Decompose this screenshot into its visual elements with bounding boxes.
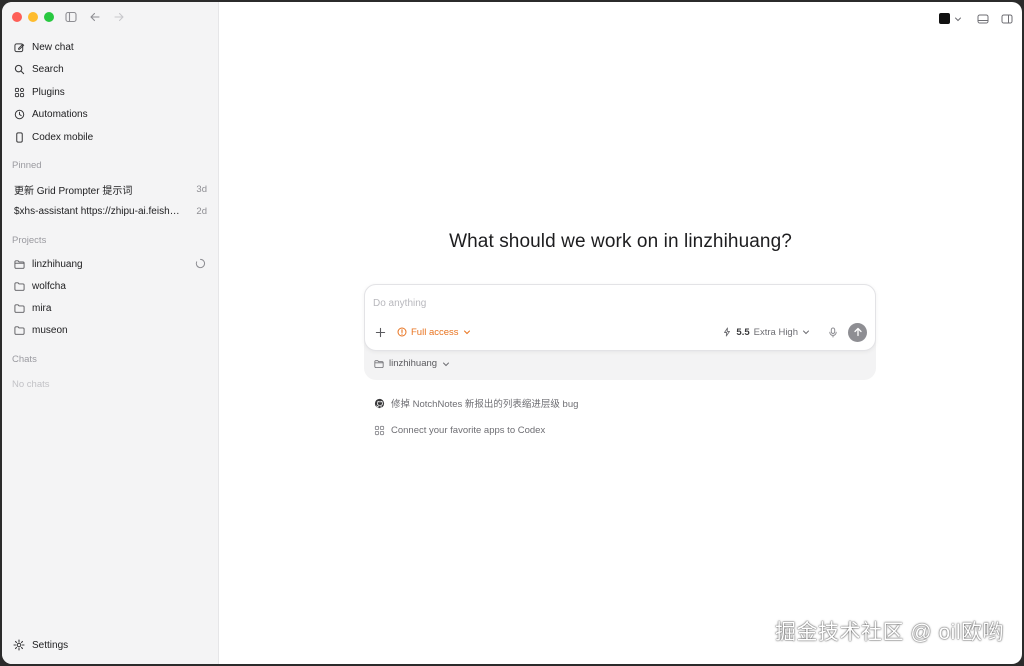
app-logo-icon	[939, 13, 950, 24]
warning-shield-icon	[397, 327, 407, 337]
projects-section-label: Projects	[12, 235, 47, 246]
new-chat-label: New chat	[32, 41, 74, 53]
project-name: wolfcha	[32, 280, 66, 292]
spark-icon	[722, 327, 732, 337]
folder-icon	[13, 258, 25, 270]
model-effort: Extra High	[753, 326, 798, 338]
close-window-button[interactable]	[12, 12, 22, 22]
settings-label: Settings	[32, 639, 69, 651]
automations-label: Automations	[32, 109, 88, 120]
watermark-text: 掘金技术社区 @ oil欧哟	[775, 621, 1004, 644]
pinned-list: 更新 Grid Prompter 提示词 3d $xhs-assistant h…	[8, 178, 212, 222]
main-panel: What should we work on in linzhihuang? F…	[219, 2, 1022, 664]
project-selector[interactable]: linzhihuang	[374, 358, 450, 369]
add-attachment-button[interactable]	[373, 325, 387, 339]
clock-icon	[13, 109, 25, 121]
suggestion-item[interactable]: Connect your favorite apps to Codex	[374, 425, 545, 436]
search-button[interactable]: Search	[8, 59, 212, 81]
projects-list: linzhihuang wolfcha mira museon	[8, 253, 212, 341]
app-window: New chat Search Plugins Automations Code…	[2, 2, 1022, 664]
composer-toolbar: Full access 5.5 Extra High	[373, 322, 867, 342]
project-name: mira	[32, 302, 52, 314]
project-selector-label: linzhihuang	[389, 358, 438, 369]
gear-icon	[13, 639, 25, 651]
plugins-label: Plugins	[32, 86, 65, 98]
search-icon	[13, 64, 25, 76]
access-mode-dropdown[interactable]: Full access	[397, 327, 471, 338]
folder-icon	[374, 359, 384, 369]
microphone-button[interactable]	[826, 325, 840, 339]
compose-icon	[13, 41, 25, 53]
composer: Full access 5.5 Extra High	[364, 284, 876, 351]
new-chat-button[interactable]: New chat	[8, 36, 212, 58]
terminal-panel-icon[interactable]	[976, 12, 990, 26]
plugins-button[interactable]: Plugins	[8, 81, 212, 103]
phone-icon	[13, 131, 25, 143]
project-name: linzhihuang	[32, 258, 83, 270]
settings-button[interactable]: Settings	[8, 634, 73, 656]
page-title: What should we work on in linzhihuang?	[449, 231, 792, 252]
suggestion-item[interactable]: 修掉 NotchNotes 新报出的列表缩进层级 bug	[374, 396, 578, 410]
folder-icon	[13, 280, 25, 292]
project-item-museon[interactable]: museon	[8, 319, 212, 341]
project-item-wolfcha[interactable]: wolfcha	[8, 275, 212, 297]
codex-mobile-label: Codex mobile	[32, 131, 94, 143]
project-item-mira[interactable]: mira	[8, 297, 212, 319]
no-chats-placeholder: No chats	[12, 379, 50, 390]
folder-icon	[13, 324, 25, 336]
github-icon	[374, 398, 385, 409]
prompt-input[interactable]	[373, 295, 865, 311]
pinned-item-title: $xhs-assistant https://zhipu-ai.feish…	[14, 205, 180, 217]
sidebar-toolbar	[64, 10, 126, 24]
back-arrow-icon[interactable]	[88, 10, 102, 24]
access-mode-label: Full access	[411, 326, 459, 338]
sidebar: New chat Search Plugins Automations Code…	[2, 2, 219, 664]
chevron-down-icon	[954, 15, 962, 23]
top-right-toolbar	[935, 11, 1014, 26]
pinned-item-age: 2d	[196, 205, 207, 217]
codex-mobile-button[interactable]: Codex mobile	[8, 126, 212, 148]
loading-spinner-icon	[195, 258, 206, 269]
pinned-section-label: Pinned	[12, 160, 42, 171]
plugins-icon	[13, 86, 25, 98]
apps-grid-icon	[374, 425, 385, 436]
model-version: 5.5	[736, 326, 750, 338]
chevron-down-icon	[463, 328, 471, 336]
suggestion-text: Connect your favorite apps to Codex	[391, 425, 546, 436]
folder-icon	[13, 302, 25, 314]
sidebar-toggle-icon[interactable]	[64, 10, 78, 24]
chats-section-label: Chats	[12, 354, 37, 365]
send-button[interactable]	[848, 322, 867, 342]
suggestion-text: 修掉 NotchNotes 新报出的列表缩进层级 bug	[391, 399, 579, 410]
automations-button[interactable]: Automations	[8, 104, 212, 126]
right-panel-toggle-icon[interactable]	[1000, 12, 1014, 26]
pinned-item-age: 3d	[196, 183, 207, 195]
open-in-app-dropdown[interactable]	[935, 11, 966, 26]
chevron-down-icon	[442, 360, 450, 368]
model-selector[interactable]: 5.5 Extra High	[722, 327, 810, 338]
pinned-item-title: 更新 Grid Prompter 提示词	[14, 185, 133, 197]
composer-container: Full access 5.5 Extra High	[364, 284, 876, 380]
pinned-item[interactable]: $xhs-assistant https://zhipu-ai.feish… 2…	[8, 200, 212, 222]
pinned-item[interactable]: 更新 Grid Prompter 提示词 3d	[8, 178, 212, 200]
window-controls	[12, 12, 54, 22]
project-item-linzhihuang[interactable]: linzhihuang	[8, 253, 212, 275]
chevron-down-icon	[802, 328, 810, 336]
search-label: Search	[32, 64, 64, 75]
sidebar-nav: New chat Search Plugins Automations Code…	[8, 36, 212, 149]
zoom-window-button[interactable]	[44, 12, 54, 22]
minimize-window-button[interactable]	[28, 12, 38, 22]
project-name: museon	[32, 324, 68, 336]
forward-arrow-icon[interactable]	[112, 10, 126, 24]
